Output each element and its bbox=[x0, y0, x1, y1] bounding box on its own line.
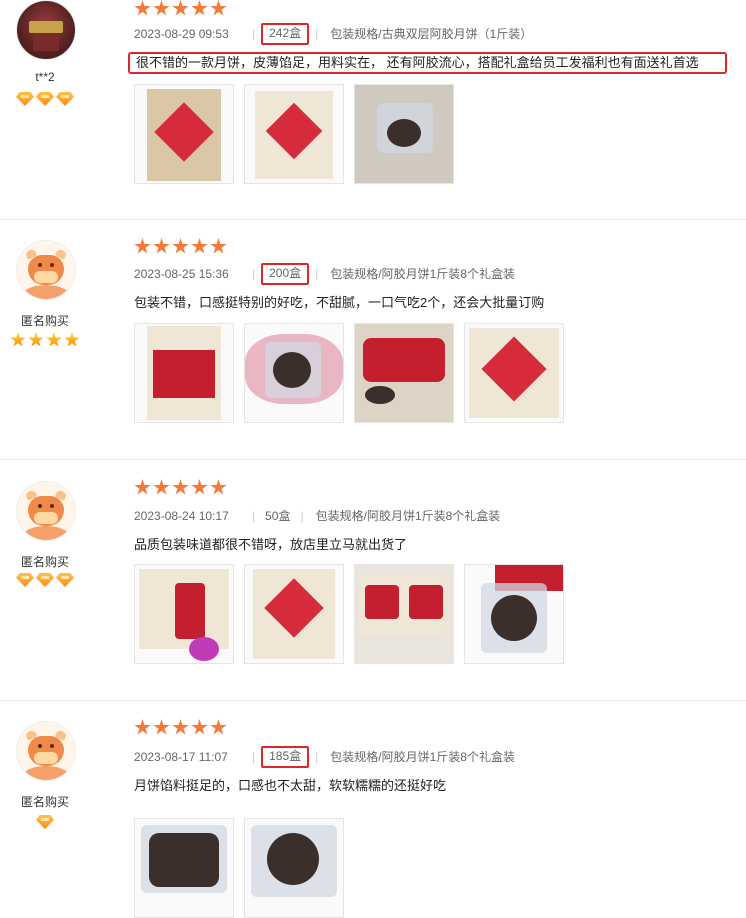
user-level-badges bbox=[0, 92, 90, 106]
review-text: 月饼馅料挺足的，口感也不太甜，软软糯糯的还挺好吃 bbox=[134, 778, 447, 793]
review-image[interactable] bbox=[354, 84, 454, 184]
review-image[interactable] bbox=[464, 323, 564, 423]
username: 匿名购买 bbox=[20, 555, 69, 569]
separator: | bbox=[300, 509, 304, 523]
user-avatar[interactable] bbox=[16, 240, 76, 300]
purchase-quantity: 50盒 bbox=[265, 509, 291, 523]
star-icon bbox=[134, 238, 151, 254]
review-image[interactable] bbox=[134, 818, 234, 918]
purchase-quantity: 185盒 bbox=[261, 746, 310, 768]
gem-icon bbox=[36, 92, 54, 106]
star-icon bbox=[172, 0, 189, 16]
review-text: 很不错的一款月饼，皮薄馅足，用料实在， 还有阿胶流心，搭配礼盒给员工发福利也有面… bbox=[128, 52, 727, 74]
review-text: 包装不错，口感挺特别的好吃，不甜腻，一口气吃2个，还会大批量订购 bbox=[134, 295, 545, 310]
review-divider bbox=[0, 700, 746, 701]
review-meta: 2023-08-25 15:36 | 200盒 | 包装规格/阿胶月饼1斤装8个礼盒装 bbox=[134, 263, 515, 285]
review-date: 2023-08-17 11:07 bbox=[134, 750, 228, 764]
review-image[interactable] bbox=[354, 323, 454, 423]
separator: | bbox=[315, 267, 319, 281]
star-icon bbox=[10, 332, 26, 347]
username: 匿名购买 bbox=[20, 795, 69, 809]
star-icon bbox=[210, 719, 227, 735]
star-icon bbox=[172, 719, 189, 735]
review-meta: 2023-08-17 11:07 | 185盒 | 包装规格/阿胶月饼1斤装8个礼盒装 bbox=[134, 746, 515, 768]
review-meta: 2023-08-29 09:53 | 242盒 | 包装规格/古典双层阿胶月饼（1斤装） bbox=[134, 23, 533, 45]
user-level-badges bbox=[0, 573, 90, 587]
star-icon bbox=[191, 479, 208, 495]
separator: | bbox=[252, 27, 256, 41]
rating-stars bbox=[134, 719, 229, 737]
review-date: 2023-08-29 09:53 bbox=[134, 27, 229, 41]
user-avatar[interactable] bbox=[16, 721, 76, 781]
star-icon bbox=[153, 0, 170, 16]
review-images bbox=[134, 818, 354, 918]
star-icon bbox=[191, 238, 208, 254]
review-image[interactable] bbox=[134, 564, 234, 664]
purchase-quantity: 200盒 bbox=[261, 263, 310, 285]
star-icon bbox=[172, 479, 189, 495]
review-image[interactable] bbox=[244, 84, 344, 184]
star-icon bbox=[210, 479, 227, 495]
star-icon bbox=[153, 238, 170, 254]
gem-icon bbox=[16, 92, 34, 106]
star-icon bbox=[153, 719, 170, 735]
product-spec: 包装规格/古典双层阿胶月饼（1斤装） bbox=[330, 27, 533, 41]
star-icon bbox=[134, 0, 151, 16]
review-image[interactable] bbox=[134, 323, 234, 423]
review-image[interactable] bbox=[464, 564, 564, 664]
star-icon bbox=[210, 0, 227, 16]
separator: | bbox=[252, 267, 256, 281]
star-icon bbox=[191, 719, 208, 735]
user-avatar[interactable] bbox=[16, 0, 76, 60]
separator: | bbox=[252, 509, 256, 523]
star-icon bbox=[64, 332, 80, 347]
product-spec: 包装规格/阿胶月饼1斤装8个礼盒装 bbox=[315, 509, 501, 523]
review-text: 品质包装味道都很不错呀，放店里立马就出货了 bbox=[134, 537, 408, 552]
review-image[interactable] bbox=[244, 818, 344, 918]
gem-icon bbox=[36, 573, 54, 587]
review-image[interactable] bbox=[134, 84, 234, 184]
rating-stars bbox=[134, 0, 229, 18]
review-divider bbox=[0, 459, 746, 460]
gem-icon bbox=[56, 92, 74, 106]
review-images bbox=[134, 564, 574, 664]
separator: | bbox=[315, 750, 319, 764]
review-date: 2023-08-24 10:17 bbox=[134, 509, 229, 523]
separator: | bbox=[252, 750, 256, 764]
star-icon bbox=[28, 332, 44, 347]
review-images bbox=[134, 84, 464, 184]
user-level-badges bbox=[0, 815, 90, 829]
review-divider bbox=[0, 219, 746, 220]
review-image[interactable] bbox=[354, 564, 454, 664]
review-meta: 2023-08-24 10:17 | 50盒 | 包装规格/阿胶月饼1斤装8个礼盒装 bbox=[134, 506, 500, 526]
review-date: 2023-08-25 15:36 bbox=[134, 267, 229, 281]
purchase-quantity: 242盒 bbox=[261, 23, 310, 45]
separator: | bbox=[315, 27, 319, 41]
gem-icon bbox=[36, 815, 54, 829]
star-icon bbox=[191, 0, 208, 16]
rating-stars bbox=[134, 238, 229, 256]
gem-icon bbox=[56, 573, 74, 587]
user-avatar[interactable] bbox=[16, 481, 76, 541]
star-icon bbox=[210, 238, 227, 254]
product-spec: 包装规格/阿胶月饼1斤装8个礼盒装 bbox=[330, 267, 515, 281]
review-images bbox=[134, 323, 574, 423]
star-icon bbox=[153, 479, 170, 495]
username: t**2 bbox=[35, 70, 55, 84]
user-level-badges bbox=[0, 332, 90, 348]
star-icon bbox=[134, 719, 151, 735]
rating-stars bbox=[134, 479, 229, 497]
star-icon bbox=[46, 332, 62, 347]
product-spec: 包装规格/阿胶月饼1斤装8个礼盒装 bbox=[330, 750, 515, 764]
star-icon bbox=[134, 479, 151, 495]
review-image[interactable] bbox=[244, 323, 344, 423]
star-icon bbox=[172, 238, 189, 254]
gem-icon bbox=[16, 573, 34, 587]
review-image[interactable] bbox=[244, 564, 344, 664]
username: 匿名购买 bbox=[20, 314, 69, 328]
